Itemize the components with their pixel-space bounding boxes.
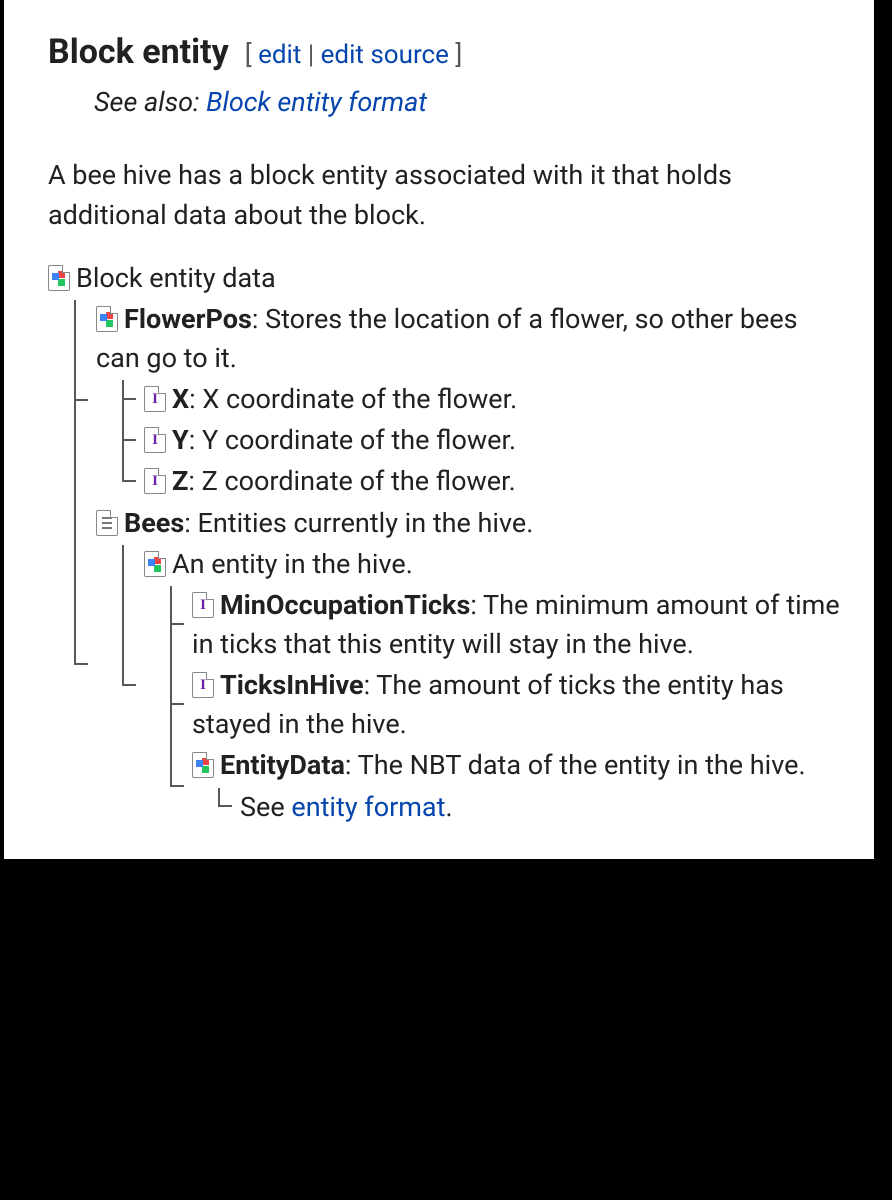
compound-icon (96, 306, 118, 332)
int-icon (144, 468, 166, 494)
tree-node-entitydata: EntityData: The NBT data of the entity i… (170, 746, 846, 826)
entity-format-link[interactable]: entity format (291, 791, 445, 823)
int-icon (192, 592, 214, 618)
list-icon (96, 510, 118, 536)
compound-icon (48, 265, 70, 291)
int-icon (144, 427, 166, 453)
tree-node-minoccupation: MinOccupationTicks: The minimum amount o… (170, 586, 846, 664)
tree-node-flowerpos: FlowerPos: Stores the location of a flow… (74, 300, 846, 502)
wiki-section: Block entity [ edit | edit source ] See … (4, 0, 874, 859)
tree-node-bees: Bees: Entities currently in the hive. An… (74, 504, 846, 827)
tree-node-entity: An entity in the hive. MinOccupationTick… (122, 545, 846, 827)
tree-node-y: Y: Y coordinate of the flower. (122, 421, 846, 460)
tree-node-x: X: X coordinate of the flower. (122, 380, 846, 419)
tree-node-ticksinhive: TicksInHive: The amount of ticks the ent… (170, 666, 846, 744)
compound-icon (144, 551, 166, 577)
edit-links: [ edit | edit source ] (245, 37, 463, 75)
edit-source-link[interactable]: edit source (321, 40, 449, 70)
nbt-tree: Block entity data FlowerPos: Stores the … (48, 259, 846, 827)
tree-root: Block entity data FlowerPos: Stores the … (48, 259, 846, 827)
compound-icon (192, 752, 214, 778)
tree-node-z: Z: Z coordinate of the flower. (122, 462, 846, 501)
int-icon (192, 672, 214, 698)
int-icon (144, 386, 166, 412)
section-heading: Block entity (48, 28, 229, 77)
heading-row: Block entity [ edit | edit source ] (48, 28, 846, 77)
tree-node-see-entity-format: See entity format. (218, 788, 846, 827)
edit-link[interactable]: edit (258, 40, 301, 70)
see-also: See also: Block entity format (94, 83, 846, 122)
intro-paragraph: A bee hive has a block entity associated… (48, 156, 846, 234)
see-also-link[interactable]: Block entity format (206, 86, 427, 118)
